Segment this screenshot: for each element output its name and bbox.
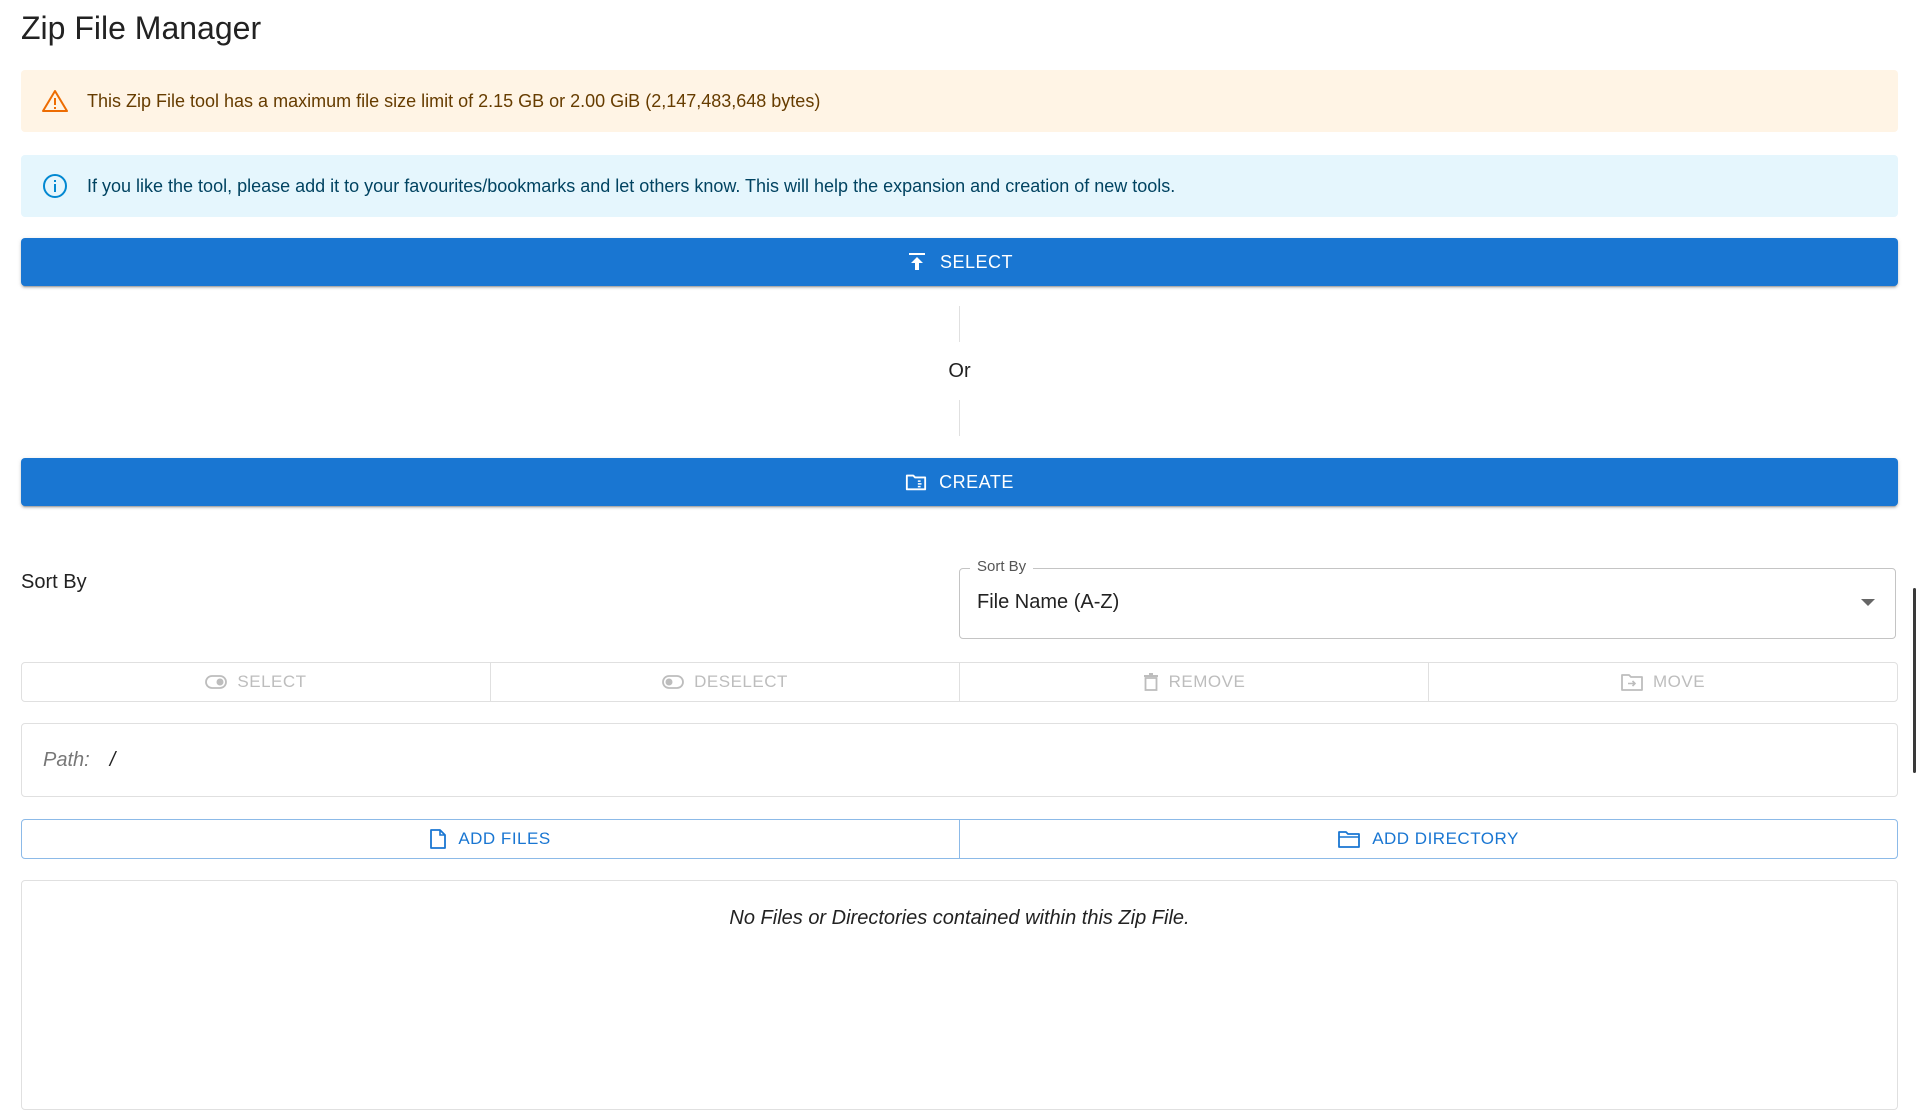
path-breadcrumb: Path: / xyxy=(21,723,1898,797)
add-directory-button-label: ADD DIRECTORY xyxy=(1372,829,1519,848)
add-files-button-label: ADD FILES xyxy=(458,829,551,848)
page-title: Zip File Manager xyxy=(21,10,262,46)
deselect-all-button[interactable]: DESELECT xyxy=(491,663,960,701)
remove-button-label: REMOVE xyxy=(1168,672,1246,691)
file-icon xyxy=(430,829,447,849)
divider-line-top xyxy=(959,306,960,342)
zip-contents-list: No Files or Directories contained within… xyxy=(21,880,1898,1110)
select-all-button-label: SELECT xyxy=(237,672,307,691)
toggle-on-icon xyxy=(205,675,228,689)
divider-line-bottom xyxy=(959,400,960,436)
add-files-button[interactable]: ADD FILES xyxy=(22,820,960,858)
create-zip-button-label: CREATE xyxy=(939,471,1014,492)
select-zip-button-label: SELECT xyxy=(939,251,1014,272)
move-folder-icon xyxy=(1621,673,1643,691)
or-divider-text: Or xyxy=(948,360,971,382)
page-scrollbar[interactable] xyxy=(1913,588,1916,773)
warning-alert-text: This Zip File tool has a maximum file si… xyxy=(87,90,821,111)
sort-by-field-label: Sort By xyxy=(970,558,1034,575)
remove-button[interactable]: REMOVE xyxy=(960,663,1429,701)
bookmark-info-alert: If you like the tool, please add it to y… xyxy=(21,155,1898,217)
info-alert-text: If you like the tool, please add it to y… xyxy=(87,175,1176,196)
select-all-button[interactable]: SELECT xyxy=(22,663,491,701)
add-actions-toolbar: ADD FILES ADD DIRECTORY xyxy=(21,819,1898,859)
path-label: Path: xyxy=(43,748,90,771)
warning-triangle-icon xyxy=(41,87,69,115)
create-folder-icon xyxy=(905,471,927,493)
sort-by-select[interactable]: Sort By File Name (A-Z) xyxy=(959,558,1896,639)
move-button-label: MOVE xyxy=(1652,672,1706,691)
entry-actions-toolbar: SELECT DESELECT REMOVE MOVE xyxy=(21,662,1898,702)
dropdown-arrow-icon xyxy=(1861,599,1875,606)
upload-icon xyxy=(906,251,928,273)
empty-contents-message: No Files or Directories contained within… xyxy=(729,907,1190,929)
add-directory-button[interactable]: ADD DIRECTORY xyxy=(960,820,1897,858)
create-zip-button[interactable]: CREATE xyxy=(21,458,1898,506)
select-zip-button[interactable]: SELECT xyxy=(21,238,1898,286)
path-root-link[interactable]: / xyxy=(110,749,116,772)
move-button[interactable]: MOVE xyxy=(1429,663,1897,701)
sort-by-selected-value: File Name (A-Z) xyxy=(977,591,1120,613)
deselect-all-button-label: DESELECT xyxy=(694,672,788,691)
toggle-off-icon xyxy=(662,675,685,689)
folder-icon xyxy=(1338,830,1361,848)
trash-icon xyxy=(1143,673,1159,691)
file-size-warning-alert: This Zip File tool has a maximum file si… xyxy=(21,70,1898,132)
sort-by-heading: Sort By xyxy=(21,571,87,593)
info-circle-icon xyxy=(41,172,69,200)
